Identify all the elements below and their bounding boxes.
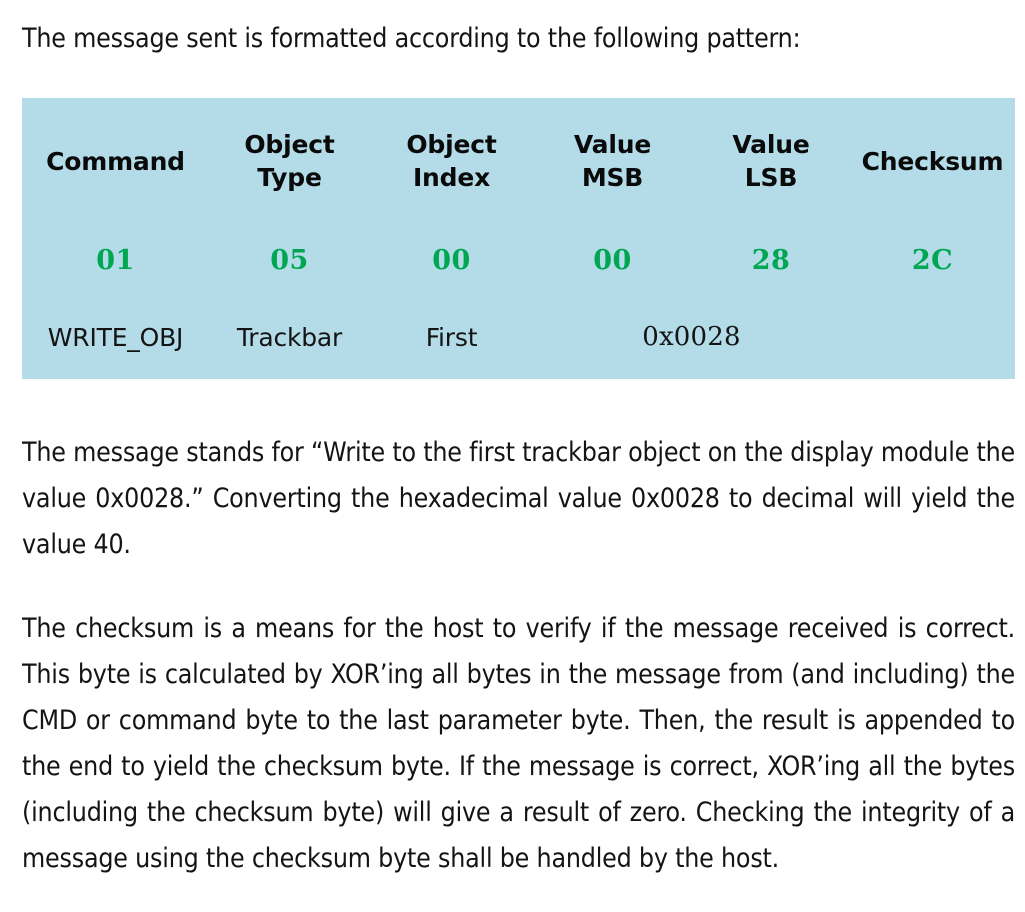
header-object-type-line1: Object xyxy=(244,130,335,159)
header-cell-object-index: Object Index xyxy=(370,112,533,210)
hex-value-command: 01 xyxy=(96,244,135,276)
hex-value-object-index: 00 xyxy=(432,244,471,276)
desc-object-type: Trackbar xyxy=(236,322,343,352)
header-value-msb-line2: MSB xyxy=(581,163,644,192)
header-object-type-line2: Type xyxy=(257,163,322,192)
desc-checksum xyxy=(850,310,1015,364)
header-cell-checksum: Checksum xyxy=(850,112,1015,210)
desc-value-merged: 0x0028 xyxy=(642,322,741,352)
header-checksum-stack: Checksum xyxy=(862,145,1004,178)
header-object-index-stack: Object Index xyxy=(406,128,496,194)
hex-value-value-msb: 00 xyxy=(593,244,632,276)
explanation-paragraph: The message stands for “Write to the fir… xyxy=(22,437,1015,560)
desc-object-index: First xyxy=(425,322,478,352)
header-object-index-line1: Object xyxy=(406,130,497,159)
header-object-type-stack: Object Type xyxy=(244,128,334,194)
header-cell-command: Command xyxy=(22,112,209,210)
lead-paragraph: The message sent is formatted according … xyxy=(22,23,801,54)
table-grid: Command Object Type Object Index Value M… xyxy=(22,98,1015,379)
header-value-msb-line1: Value xyxy=(573,130,652,159)
document-page: The message sent is formatted according … xyxy=(0,0,1025,912)
message-format-table: Command Object Type Object Index Value M… xyxy=(22,98,1015,379)
header-cell-object-type: Object Type xyxy=(209,112,370,210)
table-header-row: Command Object Type Object Index Value M… xyxy=(22,112,1015,210)
header-value-lsb-stack: Value LSB xyxy=(732,128,809,194)
desc-command: WRITE_OBJ xyxy=(47,322,184,352)
header-command-line1: Command xyxy=(46,146,185,176)
table-description-row: WRITE_OBJ Trackbar First 0x0028 xyxy=(22,310,1015,364)
header-value-msb-stack: Value MSB xyxy=(574,128,651,194)
header-value-lsb-line2: LSB xyxy=(744,163,798,192)
checksum-paragraph: The checksum is a means for the host to … xyxy=(22,613,1015,874)
header-command-stack: Command xyxy=(46,145,185,178)
hex-value-checksum: 2C xyxy=(911,244,954,276)
header-cell-value-lsb: Value LSB xyxy=(692,112,850,210)
hex-value-value-lsb: 28 xyxy=(751,244,791,276)
hex-value-object-type: 05 xyxy=(270,244,309,276)
header-checksum-line1: Checksum xyxy=(861,146,1004,176)
header-cell-value-msb: Value MSB xyxy=(533,112,692,210)
header-value-lsb-line1: Value xyxy=(732,130,810,159)
table-hex-row: 01 05 00 00 28 2C xyxy=(22,234,1015,286)
header-object-index-line2: Index xyxy=(412,163,491,192)
